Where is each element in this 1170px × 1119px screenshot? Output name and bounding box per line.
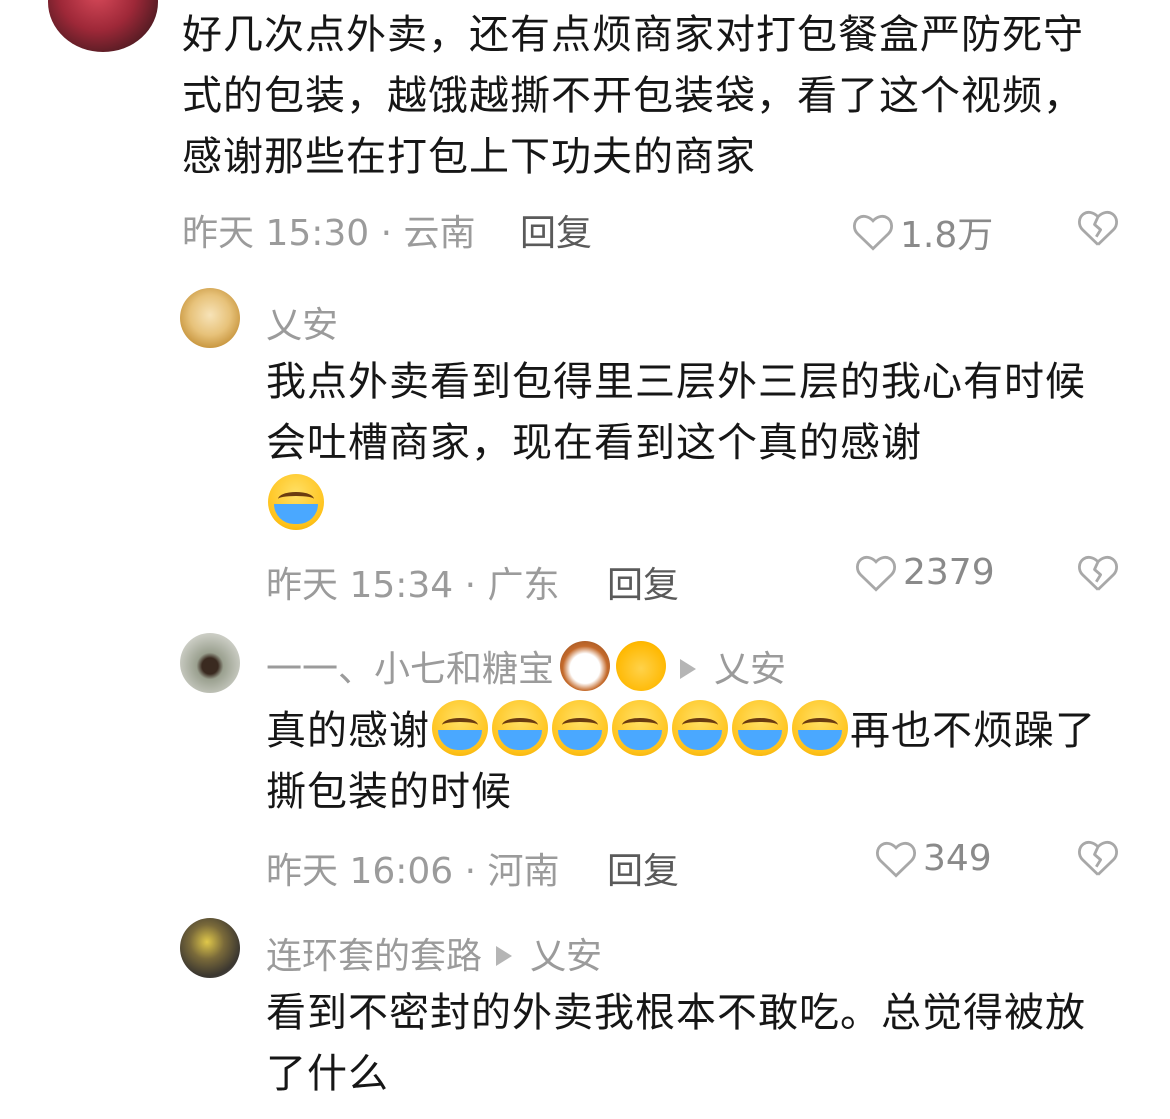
reply-button[interactable]: 回复 — [607, 842, 679, 894]
reply-to-author[interactable]: 乂安 — [530, 936, 602, 977]
reply-avatar[interactable] — [180, 918, 240, 978]
like-count: 2379 — [903, 552, 995, 593]
commenter-avatar[interactable] — [48, 0, 158, 52]
loudly-crying-face-icon — [432, 700, 488, 756]
comment-text: 好几次点外卖，还有点烦商家对打包餐盒严防死守式的包装，越饿越撕不开包装袋，看了这… — [182, 12, 1084, 180]
reply-author[interactable]: 乂安 — [266, 296, 338, 348]
reply-author[interactable]: 连环套的套路 — [266, 936, 482, 977]
reply-meta: 昨天 16:06 · 河南 — [266, 851, 560, 892]
heart-outline-icon — [853, 214, 893, 251]
reply-button[interactable]: 回复 — [607, 556, 679, 608]
comment-meta: 昨天 15:30 · 云南 — [182, 213, 476, 254]
reply-text: 我点外卖看到包得里三层外三层的我心有时候会吐槽商家，现在看到这个真的感谢 — [266, 352, 1086, 536]
like-count: 1.8万 — [900, 215, 994, 256]
reply-button[interactable]: 回复 — [520, 204, 592, 256]
cat-face-icon — [616, 641, 667, 691]
reply-text: 看到不密封的外卖我根本不敢吃。总觉得被放了什么 — [266, 990, 1086, 1097]
reply-to-author[interactable]: 乂安 — [714, 649, 786, 690]
dog-face-icon — [560, 641, 611, 691]
loudly-crying-face-icon — [552, 700, 608, 756]
reply-text: 真的感谢 再也不烦躁了撕包装的时候 — [266, 700, 1096, 823]
like-button[interactable]: 2379 — [855, 552, 995, 593]
heart-outline-icon — [876, 841, 916, 878]
broken-heart-outline-icon[interactable] — [1077, 553, 1119, 593]
like-count: 349 — [923, 838, 992, 879]
broken-heart-outline-icon[interactable] — [1077, 208, 1119, 248]
loudly-crying-face-icon — [492, 700, 548, 756]
reply-author[interactable]: 一一、小七和糖宝 — [266, 649, 554, 690]
broken-heart-outline-icon[interactable] — [1077, 838, 1119, 878]
reply-author-line: 一一、小七和糖宝 乂安 — [266, 640, 786, 692]
like-button[interactable]: 349 — [875, 838, 992, 879]
reply-meta: 昨天 15:34 · 广东 — [266, 565, 560, 606]
loudly-crying-face-icon — [732, 700, 788, 756]
reply-text-before: 真的感谢 — [266, 708, 430, 754]
reply-to-arrow-icon — [496, 946, 513, 966]
reply-avatar[interactable] — [180, 633, 240, 693]
reply-text-content: 我点外卖看到包得里三层外三层的我心有时候会吐槽商家，现在看到这个真的感谢 — [266, 359, 1086, 466]
loudly-crying-face-icon — [612, 700, 668, 756]
heart-outline-icon — [856, 555, 896, 592]
reply-to-arrow-icon — [680, 659, 697, 679]
reply-avatar[interactable] — [180, 288, 240, 348]
like-button[interactable]: 1.8万 — [852, 206, 993, 258]
loudly-crying-face-icon — [792, 700, 848, 756]
loudly-crying-face-icon — [672, 700, 728, 756]
reply-author-line: 连环套的套路 乂安 — [266, 927, 602, 979]
loudly-crying-face-icon — [268, 474, 324, 530]
